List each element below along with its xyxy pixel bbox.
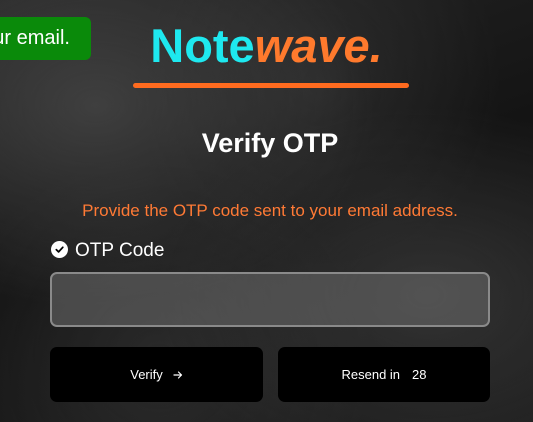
success-toast: ur email. bbox=[0, 17, 91, 60]
otp-input[interactable] bbox=[50, 272, 490, 327]
otp-label-text: OTP Code bbox=[75, 240, 165, 261]
verify-button-label: Verify bbox=[130, 367, 163, 382]
brand-name-accent: wave. bbox=[254, 19, 383, 72]
brand-name-primary: Note bbox=[150, 19, 255, 72]
page-subtitle: Provide the OTP code sent to your email … bbox=[82, 201, 458, 220]
brand-underline bbox=[133, 83, 409, 88]
resend-button-label: Resend in bbox=[341, 367, 401, 382]
resend-button[interactable]: Resend in 28 bbox=[278, 347, 490, 402]
page-title: Verify OTP bbox=[201, 128, 339, 158]
verify-button[interactable]: Verify bbox=[50, 347, 263, 402]
otp-field-label: OTP Code bbox=[51, 240, 164, 262]
arrow-right-icon bbox=[173, 370, 183, 380]
resend-countdown: 28 bbox=[412, 367, 427, 382]
check-circle-icon bbox=[51, 241, 68, 258]
toast-message: ur email. bbox=[0, 27, 70, 49]
